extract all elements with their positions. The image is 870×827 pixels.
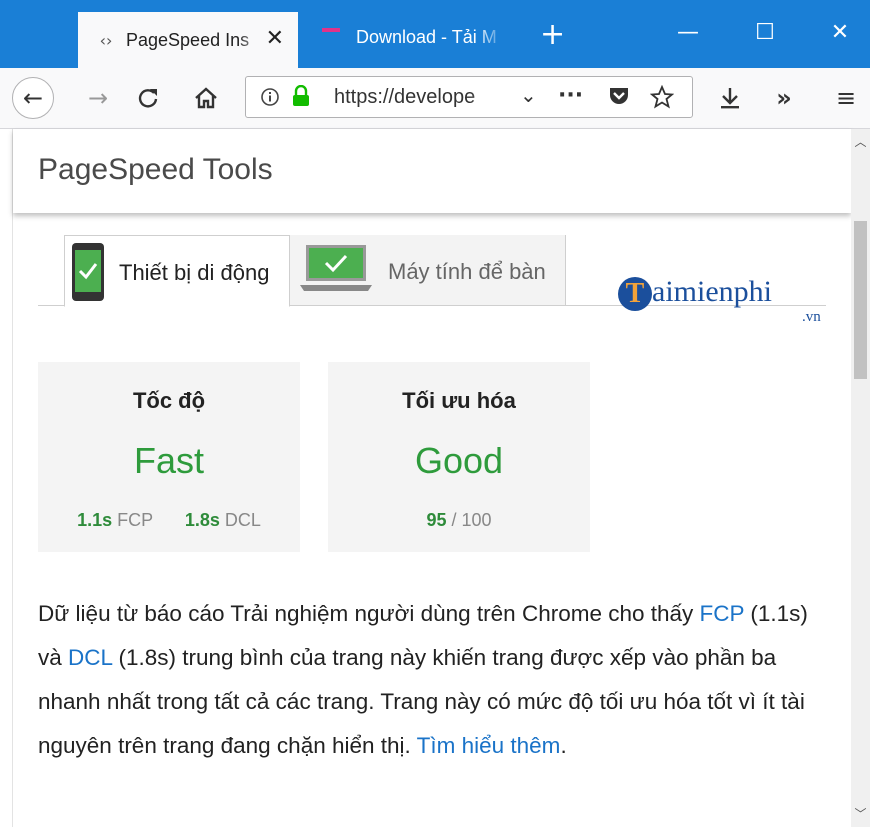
menu-icon: ≡ [835, 84, 857, 112]
score-value: 95 [426, 510, 447, 530]
title-bar: ‹› PageSpeed Ins ✕ Download - Tải M + — … [0, 0, 870, 68]
dcl-link[interactable]: DCL [68, 645, 112, 670]
url-bar[interactable]: https://develope ⌄ ··· [245, 76, 693, 118]
menu-button[interactable]: ≡ [828, 78, 864, 118]
new-tab-button[interactable]: + [540, 20, 565, 50]
scroll-down-icon[interactable]: ﹀ [851, 805, 870, 822]
maximize-button[interactable]: ☐ [745, 18, 785, 48]
fcp-label: FCP [117, 510, 153, 530]
back-arrow-icon: ← [22, 84, 44, 112]
optimization-value: Good [414, 440, 504, 481]
tab-mobile[interactable]: Thiết bị di động [64, 235, 290, 307]
mobile-check-icon [72, 243, 104, 301]
reload-button[interactable] [130, 78, 166, 118]
minimize-button[interactable]: — [668, 18, 708, 48]
desktop-check-icon [300, 245, 372, 291]
page-content: PageSpeed Tools Máy tính để bàn Thiết bị… [12, 129, 851, 827]
speed-title: Tốc độ [132, 388, 206, 413]
pocket-icon[interactable] [608, 86, 630, 111]
fcp-value: 1.1s [77, 510, 113, 530]
optimization-title: Tối ưu hóa [402, 388, 516, 413]
learn-more-link[interactable]: Tìm hiểu thêm [417, 733, 561, 758]
tab-download[interactable]: Download - Tải M [310, 12, 530, 62]
reload-icon [138, 89, 158, 108]
logo-suffix: .vn [802, 309, 821, 325]
optimization-score: 95 / 100 [328, 510, 590, 531]
home-button[interactable] [188, 78, 224, 118]
tab-desktop[interactable]: Máy tính để bàn [290, 235, 566, 305]
home-icon [195, 87, 217, 109]
forward-button[interactable]: → [80, 78, 116, 118]
tab-mobile-label: Thiết bị di động [119, 260, 270, 285]
watermark-logo: T aimienphi .vn [608, 271, 828, 331]
back-button[interactable]: ← [12, 77, 54, 119]
chevron-down-icon[interactable]: ⌄ [520, 83, 537, 107]
speed-metrics: 1.1s FCP 1.8s DCL [38, 510, 300, 531]
vertical-scrollbar[interactable]: ︿ ﹀ [851, 129, 870, 827]
url-text[interactable]: https://develope [334, 86, 504, 109]
page-header: PageSpeed Tools [13, 129, 851, 213]
code-brackets-icon: ‹› [99, 30, 113, 50]
site-favicon-icon [322, 28, 340, 46]
description-paragraph: Dữ liệu từ báo cáo Trải nghiệm người dùn… [38, 592, 808, 768]
tab-title: PageSpeed Ins [126, 29, 250, 50]
page-title: PageSpeed Tools [38, 153, 273, 186]
dcl-label: DCL [224, 510, 261, 530]
logo-text: aimienphi [652, 275, 772, 308]
downloads-button[interactable] [712, 78, 748, 118]
tab-close-icon[interactable]: ✕ [266, 26, 284, 52]
lock-icon[interactable] [292, 84, 310, 112]
desc-text-1: Dữ liệu từ báo cáo Trải nghiệm người dùn… [38, 601, 700, 626]
info-icon[interactable] [260, 87, 280, 112]
tab-desktop-label: Máy tính để bàn [388, 259, 546, 284]
score-max: / 100 [451, 510, 492, 530]
overflow-icon: » [776, 84, 792, 112]
speed-value: Fast [133, 440, 204, 481]
overflow-button[interactable]: » [766, 78, 802, 118]
star-icon[interactable] [649, 84, 675, 114]
download-icon [721, 88, 739, 109]
nav-toolbar: ← → https://develope ⌄ ··· » ≡ [0, 68, 870, 129]
dcl-value: 1.8s [184, 510, 220, 530]
forward-arrow-icon: → [87, 84, 109, 112]
logo-letter: T [618, 277, 652, 311]
speed-card: Tốc độ Fast 1.1s FCP 1.8s DCL [38, 362, 300, 552]
optimization-card: Tối ưu hóa Good 95 / 100 [328, 362, 590, 552]
tab-title: Download - Tải M [356, 26, 497, 47]
desc-text-end: . [560, 733, 567, 758]
fcp-link[interactable]: FCP [700, 601, 745, 626]
close-window-button[interactable]: ✕ [820, 18, 860, 48]
scroll-thumb[interactable] [854, 221, 867, 379]
more-icon[interactable]: ··· [558, 83, 583, 108]
tab-pagespeed[interactable]: ‹› PageSpeed Ins ✕ [78, 12, 298, 68]
scroll-up-icon[interactable]: ︿ [851, 133, 870, 150]
